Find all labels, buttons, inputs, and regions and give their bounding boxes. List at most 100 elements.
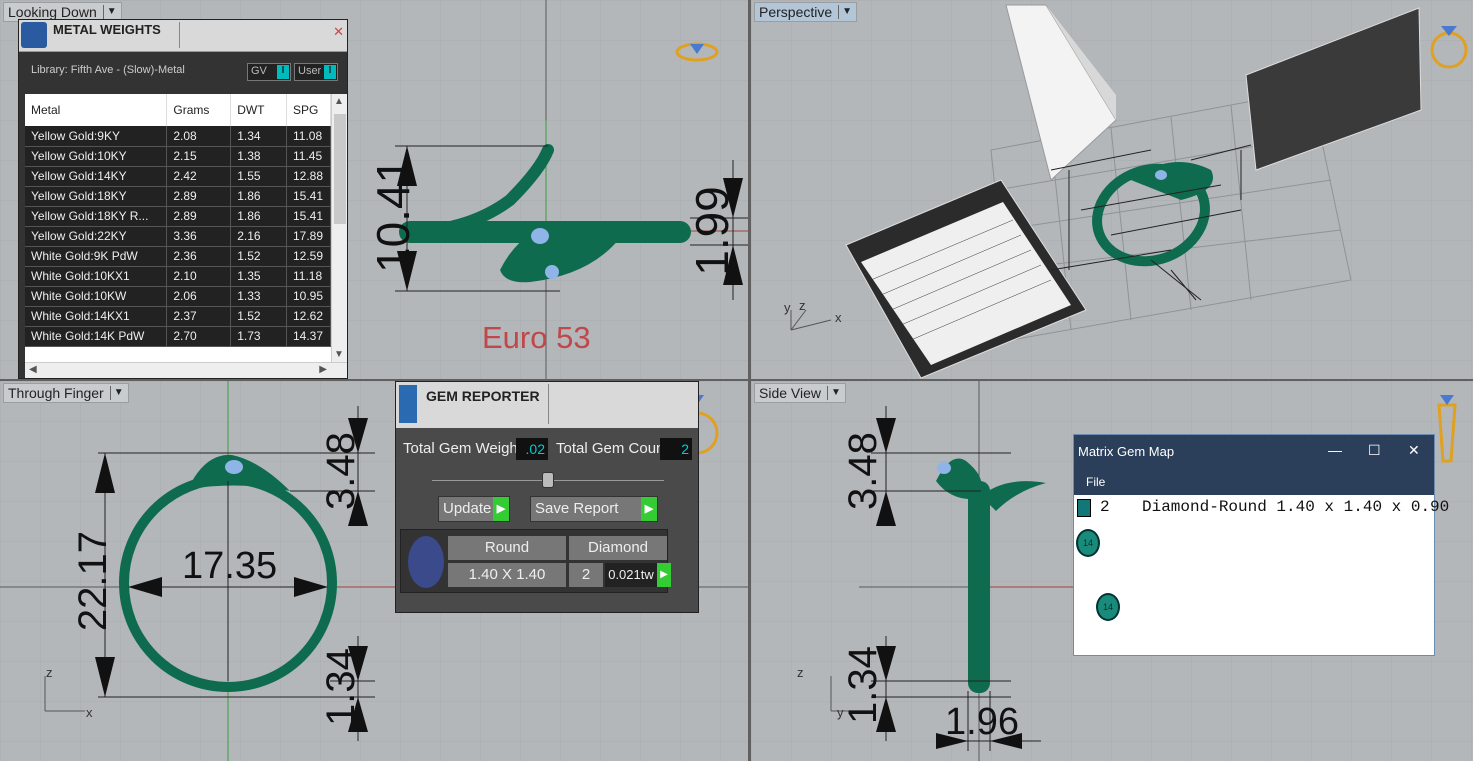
axis-z-label: z: [799, 298, 806, 313]
viewport-title-through-finger[interactable]: Through Finger ▼: [3, 383, 129, 403]
gem-color-swatch: [1077, 499, 1091, 517]
minimize-icon[interactable]: —: [1328, 442, 1342, 458]
dim-width-label: 1.96: [945, 701, 1019, 743]
scroll-down-icon[interactable]: ▼: [334, 349, 344, 360]
gem-table[interactable]: Round Diamond 1.40 X 1.40 2 0.021tw ▶: [400, 529, 671, 593]
gem-reporter-logo-icon: [399, 385, 417, 423]
metal-weights-header[interactable]: METAL WEIGHTS ✕: [19, 20, 347, 52]
column-header-spg[interactable]: SPG: [286, 94, 331, 126]
ring-size-label: Euro 53: [482, 320, 591, 355]
gem-size-value: 1.40 X 1.40: [448, 563, 566, 587]
cell-metal: White Gold:10KW: [25, 286, 168, 307]
library-row: Library: Fifth Ave - (Slow)-Metal GV I Us…: [19, 52, 347, 94]
table-row[interactable]: Yellow Gold:9KY 2.08 1.34 11.08: [25, 126, 331, 147]
save-report-button-label: Save Report: [535, 500, 619, 517]
cell-grams: 3.36: [166, 226, 232, 247]
play-icon[interactable]: ▶: [657, 563, 671, 587]
scrollbar-thumb[interactable]: [334, 114, 346, 224]
cell-spg: 11.18: [286, 266, 331, 287]
cell-metal: Yellow Gold:14KY: [25, 166, 168, 187]
column-header-grams[interactable]: Grams: [166, 94, 232, 126]
table-row[interactable]: Yellow Gold:22KY 3.36 2.16 17.89: [25, 226, 331, 247]
viewport-perspective[interactable]: y z x Perspective ▼: [751, 0, 1473, 379]
column-header-metal[interactable]: Metal: [25, 94, 168, 126]
gem-reporter-title: GEM REPORTER: [426, 388, 540, 404]
vertical-scrollbar[interactable]: ▲ ▼: [331, 94, 347, 362]
cell-metal: White Gold:14K PdW: [25, 326, 168, 347]
axis-x-label: x: [86, 705, 93, 720]
toggle-icon: I: [277, 65, 289, 79]
gv-toggle[interactable]: GV I: [247, 63, 291, 81]
cell-metal: Yellow Gold:9KY: [25, 126, 168, 147]
matrix-gem-map-titlebar[interactable]: Matrix Gem Map — ☐ ✕: [1074, 435, 1434, 471]
toggle-icon: I: [324, 65, 336, 79]
gem-disc-1[interactable]: 14: [1076, 529, 1100, 557]
close-icon[interactable]: ✕: [333, 24, 344, 40]
viewport-title-label: Side View: [759, 385, 822, 401]
gem-disc-2[interactable]: 14: [1096, 593, 1120, 621]
scroll-right-icon[interactable]: ▶: [319, 364, 327, 375]
update-button[interactable]: Update ▶: [438, 496, 510, 522]
table-row[interactable]: Yellow Gold:14KY 2.42 1.55 12.88: [25, 166, 331, 187]
metal-weights-table: Metal Grams DWT SPG Yellow Gold:9KY 2.08 1…: [25, 94, 331, 347]
gem-row-count: 2: [1100, 498, 1110, 516]
chevron-down-icon[interactable]: ▼: [838, 5, 852, 19]
total-weight-value: .02: [516, 438, 548, 460]
cell-spg: 10.95: [286, 286, 331, 307]
table-row[interactable]: Yellow Gold:10KY 2.15 1.38 11.45: [25, 146, 331, 167]
maximize-icon[interactable]: ☐: [1368, 442, 1381, 459]
perspective-scene: y z x: [751, 0, 1473, 379]
cell-grams: 2.08: [166, 126, 232, 147]
table-row[interactable]: Yellow Gold:18KY R... 2.89 1.86 15.41: [25, 206, 331, 227]
user-toggle[interactable]: User I: [294, 63, 338, 81]
column-header-dwt[interactable]: DWT: [230, 94, 287, 126]
scroll-up-icon[interactable]: ▲: [334, 96, 344, 107]
viewport-title-side-view[interactable]: Side View ▼: [754, 383, 846, 403]
cell-grams: 2.89: [166, 186, 232, 207]
scroll-left-icon[interactable]: ◀: [29, 364, 37, 375]
table-row[interactable]: White Gold:14K PdW 2.70 1.73 14.37: [25, 326, 331, 347]
total-weight-label: Total Gem Weight: [403, 440, 522, 457]
metal-weights-title: METAL WEIGHTS: [53, 22, 161, 37]
cell-metal: White Gold:9K PdW: [25, 246, 168, 267]
cell-spg: 15.41: [286, 186, 331, 207]
chevron-down-icon[interactable]: ▼: [109, 386, 124, 400]
cell-grams: 2.10: [166, 266, 232, 287]
viewport-side-view[interactable]: z y Side View ▼ 3.48 1.34 1.96 Matrix Gem…: [751, 381, 1473, 761]
cell-spg: 17.89: [286, 226, 331, 247]
metal-weights-table-body: Yellow Gold:9KY 2.08 1.34 11.08 Yellow Gold:…: [25, 126, 331, 347]
dim-height-label: 22.17: [71, 530, 115, 632]
play-icon: ▶: [641, 497, 657, 521]
viewport-through-finger[interactable]: z x Through Finger ▼ 3.48 22.17 17.35 1.3…: [0, 381, 748, 761]
gem-reporter-panel[interactable]: GEM REPORTER Total Gem Weight .02 Total …: [395, 381, 699, 613]
cell-dwt: 1.73: [230, 326, 287, 347]
cell-spg: 12.88: [286, 166, 331, 187]
table-row[interactable]: White Gold:10KX1 2.10 1.35 11.18: [25, 266, 331, 287]
viewport-looking-down[interactable]: Looking Down ▼ 10.41 1.99 Euro 53 METAL W…: [0, 0, 748, 379]
cell-dwt: 1.35: [230, 266, 287, 287]
dim-top-label: 3.48: [841, 432, 885, 510]
table-row[interactable]: White Gold:10KW 2.06 1.33 10.95: [25, 286, 331, 307]
gem-weight-value: 0.021tw: [605, 563, 657, 587]
chevron-down-icon[interactable]: ▼: [102, 5, 117, 19]
viewport-title-perspective[interactable]: Perspective ▼: [754, 2, 858, 22]
chevron-down-icon[interactable]: ▼: [827, 386, 841, 400]
slider-handle[interactable]: [542, 472, 554, 488]
matrix-gem-map-window[interactable]: Matrix Gem Map — ☐ ✕ File 2 Diamond-Roun…: [1073, 434, 1449, 656]
metal-weights-panel[interactable]: METAL WEIGHTS ✕ Library: Fifth Ave - (Sl…: [18, 19, 348, 379]
close-icon[interactable]: ✕: [1408, 442, 1420, 459]
horizontal-scrollbar[interactable]: ◀ ▶: [25, 362, 347, 378]
table-row[interactable]: White Gold:14KX1 2.37 1.52 12.62: [25, 306, 331, 327]
table-row[interactable]: Yellow Gold:18KY 2.89 1.86 15.41: [25, 186, 331, 207]
metal-weights-table-container[interactable]: Metal Grams DWT SPG Yellow Gold:9KY 2.08 1…: [25, 94, 347, 378]
cell-metal: White Gold:10KX1: [25, 266, 168, 287]
menu-file[interactable]: File: [1086, 475, 1105, 489]
cell-spg: 14.37: [286, 326, 331, 347]
table-row[interactable]: White Gold:9K PdW 2.36 1.52 12.59: [25, 246, 331, 267]
cell-dwt: 1.38: [230, 146, 287, 167]
cell-grams: 2.15: [166, 146, 232, 167]
gem-reporter-header[interactable]: GEM REPORTER: [396, 382, 698, 428]
cell-dwt: 1.55: [230, 166, 287, 187]
save-report-button[interactable]: Save Report ▶: [530, 496, 658, 522]
cell-grams: 2.89: [166, 206, 232, 227]
